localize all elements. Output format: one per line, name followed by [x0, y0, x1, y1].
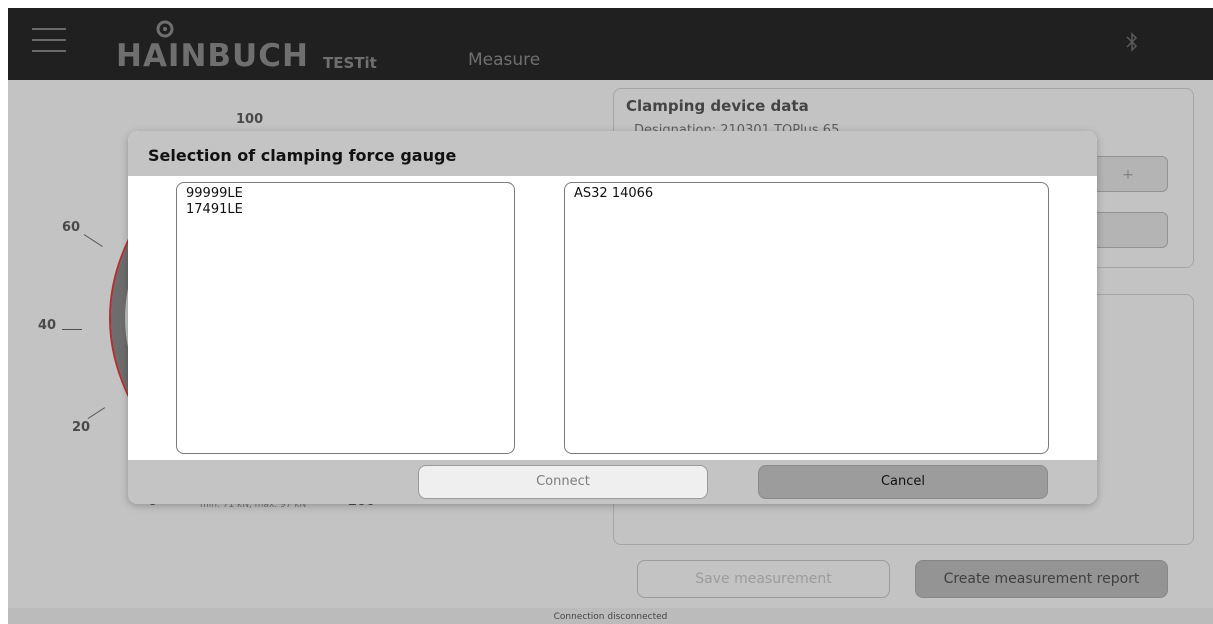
page-title: Measure — [468, 50, 541, 70]
gauge-list-right[interactable]: AS32 14066 — [564, 182, 1049, 454]
dialog-header: Selection of clamping force gauge — [128, 131, 1097, 176]
bluetooth-icon[interactable] — [1124, 28, 1140, 58]
list-item[interactable]: 17491LE — [186, 202, 505, 218]
brand-mark-icon — [156, 20, 174, 38]
list-item[interactable]: 99999LE — [186, 186, 505, 202]
connect-button[interactable]: Connect — [418, 465, 708, 499]
brand-logo: HAINBUCH — [116, 38, 309, 74]
dialog-title: Selection of clamping force gauge — [148, 146, 457, 165]
cancel-button[interactable]: Cancel — [758, 465, 1048, 499]
gauge-list-left[interactable]: 99999LE 17491LE — [176, 182, 515, 454]
app-header: HAINBUCH TESTit Measure — [8, 8, 1213, 80]
app-window: HAINBUCH TESTit Measure 100 60 40 20 0 m… — [8, 8, 1213, 624]
list-item[interactable]: AS32 14066 — [574, 186, 1039, 202]
menu-icon[interactable] — [32, 28, 66, 58]
dialog-footer: Connect Cancel — [128, 460, 1097, 504]
gauge-selection-dialog: Selection of clamping force gauge 99999L… — [128, 131, 1097, 504]
product-name: TESTit — [323, 54, 377, 72]
